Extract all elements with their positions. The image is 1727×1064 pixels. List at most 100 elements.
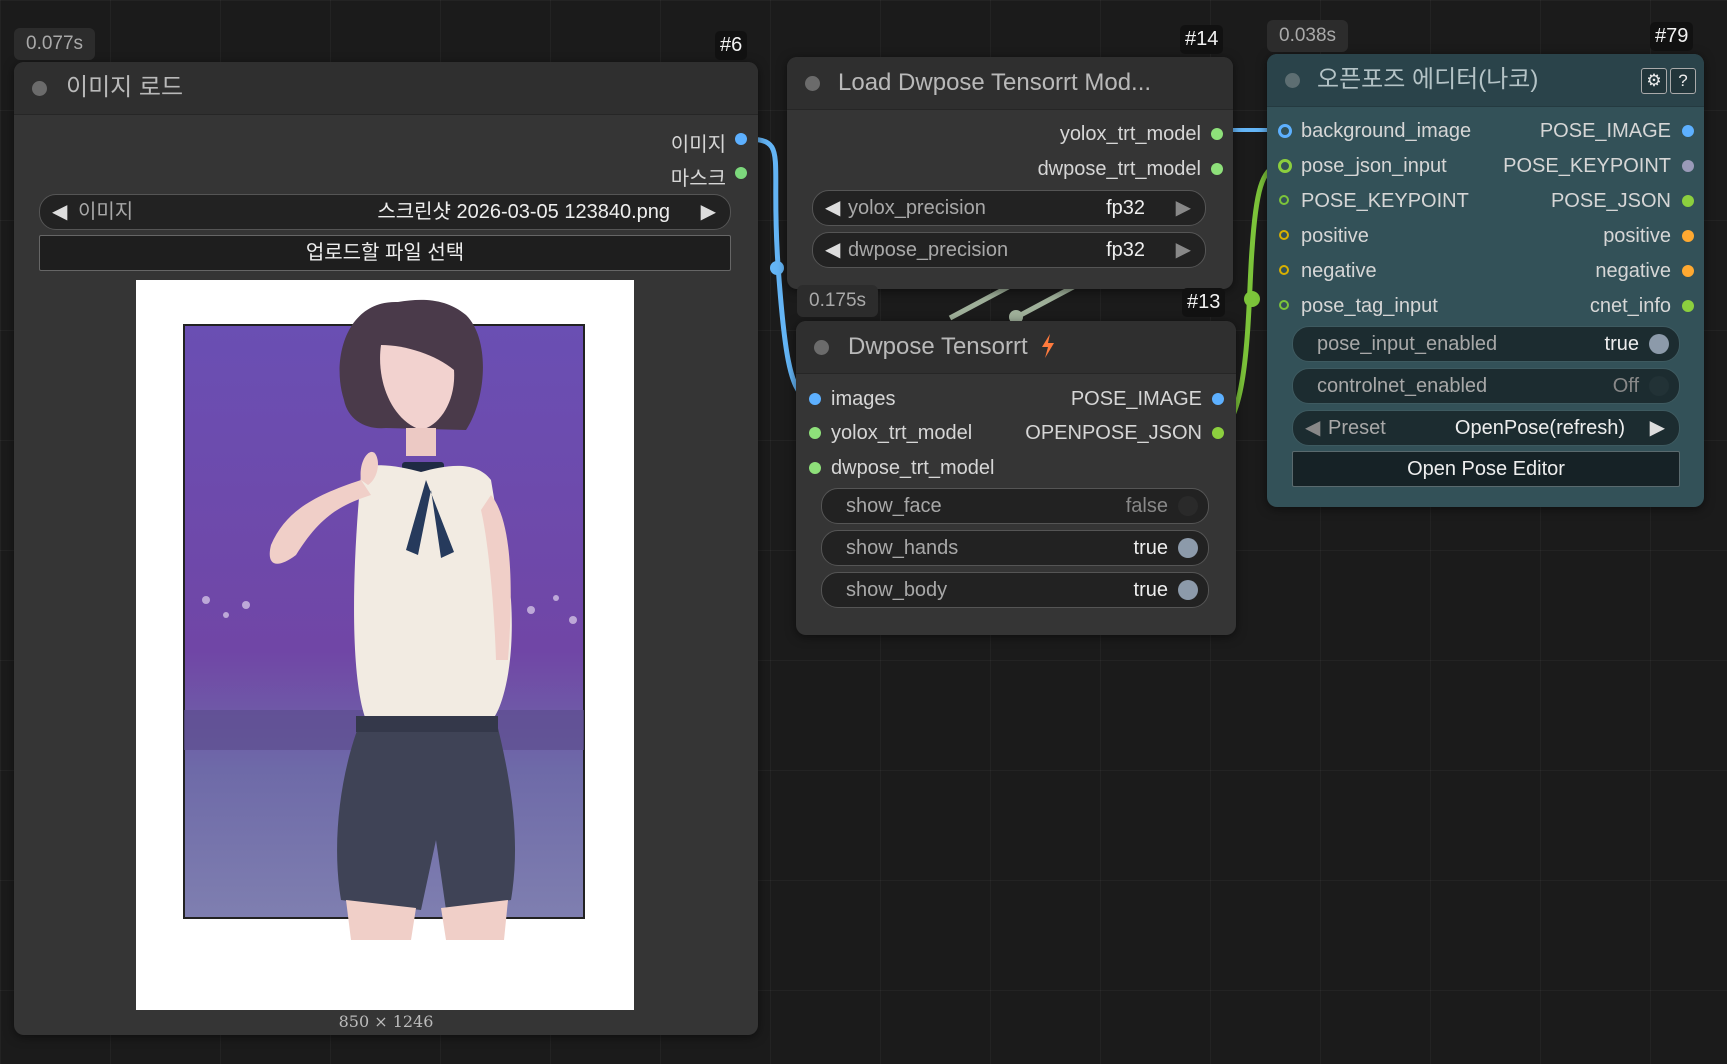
node-title-text: Dwpose Tensorrt: [848, 333, 1028, 360]
timing-badge: 0.175s: [797, 285, 879, 317]
output-openpose-json-label: OPENPOSE_JSON: [1025, 422, 1202, 444]
arrow-right-icon[interactable]: ▶: [701, 195, 716, 229]
node-title-bar[interactable]: Load Dwpose Tensorrt Mod...: [787, 57, 1233, 110]
combo-label: Preset: [1328, 417, 1386, 439]
dwpose-precision-combo[interactable]: ◀ dwpose_precision fp32 ▶: [812, 232, 1206, 268]
toggle-knob-icon[interactable]: [1178, 580, 1198, 600]
wire-reroute-dot: [770, 261, 784, 275]
collapse-dot-icon[interactable]: [805, 76, 820, 91]
arrow-left-icon[interactable]: ◀: [825, 191, 840, 225]
load-dwpose-model-node[interactable]: Load Dwpose Tensorrt Mod... yolox_trt_mo…: [787, 57, 1233, 289]
dwpose-tensorrt-node[interactable]: Dwpose Tensorrt images yolox_trt_model d…: [796, 321, 1236, 635]
node-title: Dwpose Tensorrt: [848, 321, 1056, 373]
help-icon[interactable]: ?: [1670, 68, 1696, 94]
show-face-toggle[interactable]: show_face false: [821, 488, 1209, 524]
output-dwpose-socket[interactable]: [1211, 163, 1223, 175]
upload-file-button[interactable]: 업로드할 파일 선택: [39, 235, 731, 271]
arrow-left-icon[interactable]: ◀: [52, 195, 67, 229]
combo-value: 스크린샷 2026-03-05 123840.png: [377, 201, 670, 223]
input-pose-tag-socket[interactable]: [1279, 300, 1289, 310]
node-id: #13: [1182, 288, 1226, 317]
toggle-value: false: [1125, 495, 1168, 517]
controlnet-enabled-toggle[interactable]: controlnet_enabled Off: [1292, 368, 1680, 404]
node-id: #14: [1180, 25, 1224, 54]
output-cnet-info-socket[interactable]: [1682, 300, 1694, 312]
output-openpose-json-socket[interactable]: [1212, 427, 1224, 439]
output-mask-socket[interactable]: [735, 167, 747, 179]
pose-input-enabled-toggle[interactable]: pose_input_enabled true: [1292, 326, 1680, 362]
input-pose-json-socket[interactable]: [1278, 159, 1292, 173]
toggle-knob-icon[interactable]: [1649, 376, 1669, 396]
toggle-value: true: [1604, 333, 1639, 355]
input-images-label: images: [831, 388, 896, 410]
wire-model-dwpose: [1013, 283, 1077, 321]
arrow-right-icon[interactable]: ▶: [1176, 233, 1191, 267]
yolox-precision-combo[interactable]: ◀ yolox_precision fp32 ▶: [812, 190, 1206, 226]
toggle-knob-icon[interactable]: [1178, 538, 1198, 558]
output-image-socket[interactable]: [735, 133, 747, 145]
load-image-node[interactable]: 이미지 로드 이미지 마스크 ◀ 이미지 스크린샷 2026-03-05 123…: [14, 62, 758, 1035]
combo-label: 이미지: [78, 201, 134, 223]
output-negative-socket[interactable]: [1682, 265, 1694, 277]
output-yolox-socket[interactable]: [1211, 128, 1223, 140]
toggle-label: show_hands: [846, 537, 959, 559]
combo-value: fp32: [1106, 197, 1145, 219]
input-dwpose-socket[interactable]: [809, 462, 821, 474]
show-hands-toggle[interactable]: show_hands true: [821, 530, 1209, 566]
input-negative-socket[interactable]: [1279, 265, 1289, 275]
input-yolox-socket[interactable]: [809, 427, 821, 439]
timing-badge: 0.038s: [1267, 20, 1349, 52]
output-pose-keypoint-socket[interactable]: [1682, 160, 1694, 172]
toggle-knob-icon[interactable]: [1649, 334, 1669, 354]
arrow-right-icon[interactable]: ▶: [1650, 411, 1665, 445]
input-positive-label: positive: [1301, 225, 1369, 247]
output-pose-image-label: POSE_IMAGE: [1070, 388, 1202, 410]
arrow-left-icon[interactable]: ◀: [825, 233, 840, 267]
node-title: 오픈포즈 에디터(나코): [1317, 66, 1539, 93]
input-positive-socket[interactable]: [1279, 230, 1289, 240]
output-pose-keypoint-label: POSE_KEYPOINT: [1503, 155, 1671, 177]
output-pose-image-socket[interactable]: [1212, 393, 1224, 405]
output-image-label: 이미지: [670, 134, 726, 156]
node-title-bar[interactable]: 오픈포즈 에디터(나코) ⚙ ?: [1267, 54, 1704, 107]
toggle-label: show_body: [846, 579, 948, 601]
input-images-socket[interactable]: [809, 393, 821, 405]
output-positive-socket[interactable]: [1682, 230, 1694, 242]
preset-combo[interactable]: ◀ Preset OpenPose(refresh) ▶: [1292, 410, 1680, 446]
input-yolox-label: yolox_trt_model: [831, 422, 973, 444]
combo-value: OpenPose(refresh): [1454, 417, 1625, 439]
wire-json-reroute-dot: [1244, 291, 1260, 307]
output-pose-json-label: POSE_JSON: [1550, 190, 1671, 212]
toggle-label: controlnet_enabled: [1317, 375, 1488, 397]
arrow-left-icon[interactable]: ◀: [1305, 411, 1320, 445]
input-background-image-label: background_image: [1301, 120, 1472, 142]
image-file-combo[interactable]: ◀ 이미지 스크린샷 2026-03-05 123840.png ▶: [39, 194, 731, 230]
collapse-dot-icon[interactable]: [1285, 73, 1300, 88]
node-title: 이미지 로드: [66, 74, 184, 101]
openpose-editor-node[interactable]: 오픈포즈 에디터(나코) ⚙ ? background_image pose_j…: [1267, 54, 1704, 507]
arrow-right-icon[interactable]: ▶: [1176, 191, 1191, 225]
collapse-dot-icon[interactable]: [32, 81, 47, 96]
output-mask-label: 마스크: [670, 168, 726, 190]
input-pose-keypoint-socket[interactable]: [1279, 195, 1289, 205]
toggle-value: Off: [1612, 375, 1639, 397]
node-title-bar[interactable]: Dwpose Tensorrt: [796, 321, 1236, 374]
output-cnet-info-label: cnet_info: [1589, 295, 1671, 317]
toggle-value: true: [1133, 537, 1168, 559]
output-pose-json-socket[interactable]: [1682, 195, 1694, 207]
output-pose-image-label: POSE_IMAGE: [1539, 120, 1671, 142]
open-pose-editor-button[interactable]: Open Pose Editor: [1292, 451, 1680, 487]
node-title-bar[interactable]: 이미지 로드: [14, 62, 758, 115]
settings-icon[interactable]: ⚙: [1641, 68, 1667, 94]
node-id: #6: [715, 31, 748, 60]
collapse-dot-icon[interactable]: [814, 340, 829, 355]
illustration-image: [183, 299, 585, 940]
image-preview: [136, 280, 634, 1010]
toggle-label: show_face: [846, 495, 942, 517]
show-body-toggle[interactable]: show_body true: [821, 572, 1209, 608]
output-pose-image-socket[interactable]: [1682, 125, 1694, 137]
input-background-image-socket[interactable]: [1278, 124, 1292, 138]
combo-label: dwpose_precision: [848, 239, 1009, 261]
output-yolox-label: yolox_trt_model: [1059, 123, 1201, 145]
toggle-knob-icon[interactable]: [1178, 496, 1198, 516]
